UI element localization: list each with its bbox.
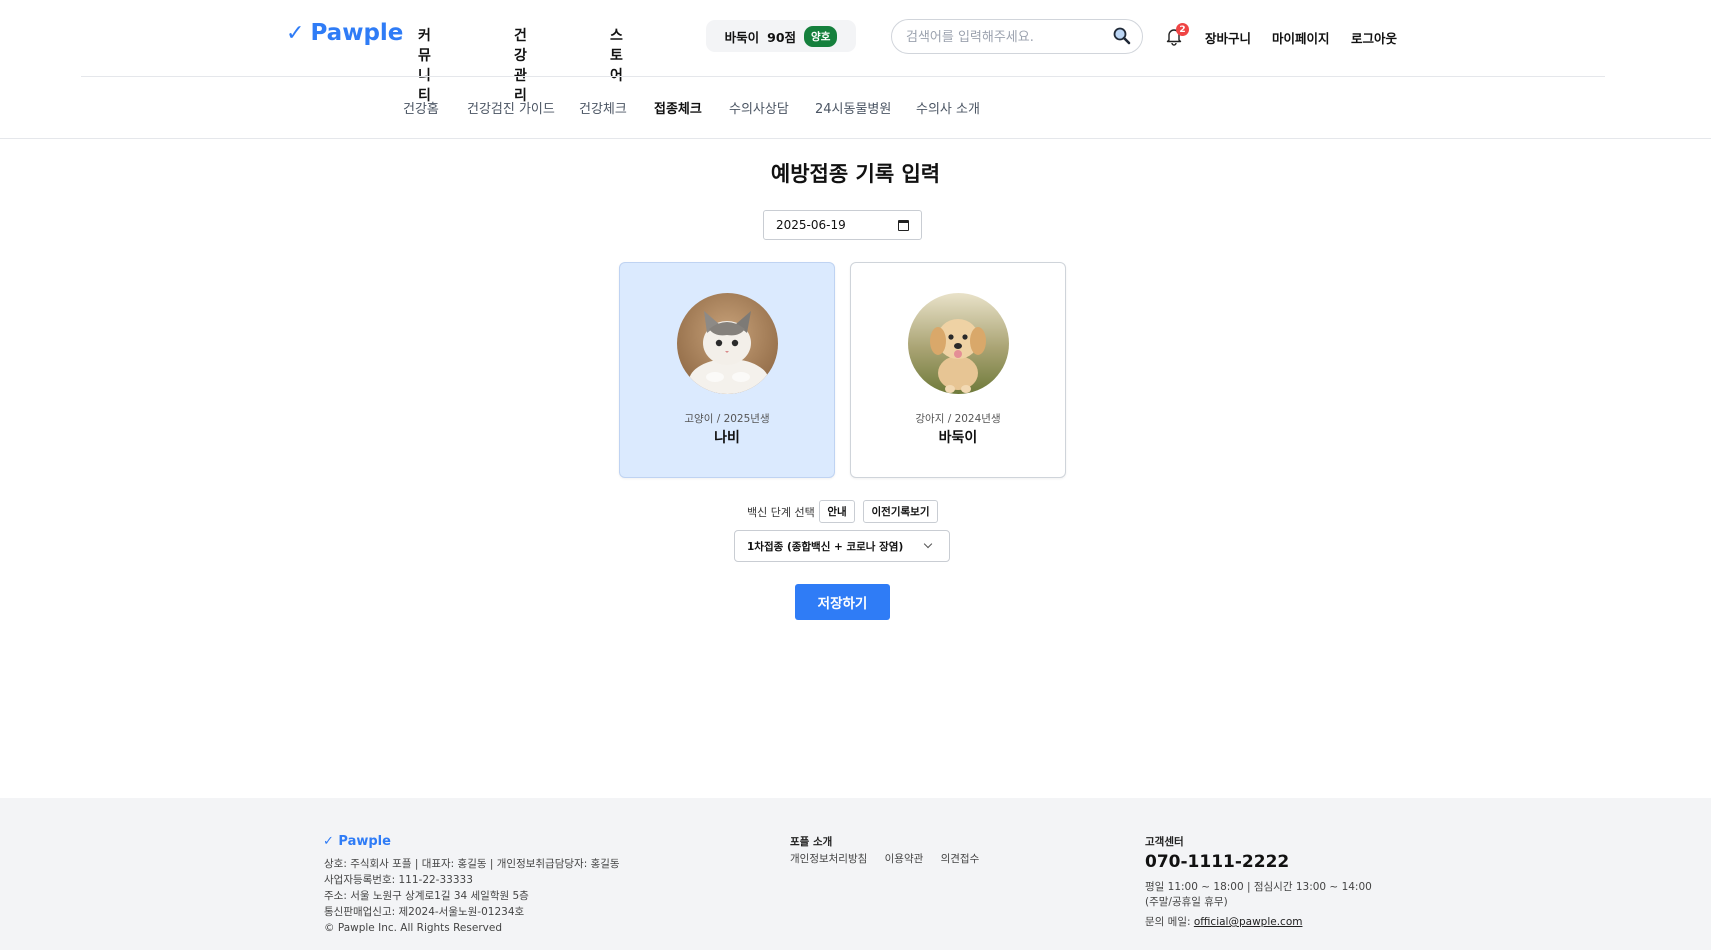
pet-score-name: 바둑이 (724, 29, 760, 45)
subnav-health-check[interactable]: 건강체크 (579, 98, 627, 117)
top-header: ✓ Pawple 커뮤니티 건강관리 스토어 바둑이 90점 양호 2 장바구니… (0, 0, 1711, 104)
pet-score-chip[interactable]: 바둑이 90점 양호 (706, 20, 856, 52)
page-title: 예방접종 기록 입력 (770, 162, 941, 186)
footer-logo[interactable]: ✓ Pawple (323, 834, 391, 849)
date-value: 2025-06-19 (776, 218, 846, 232)
hours-line: 평일 11:00 ~ 18:00 | 점심시간 13:00 ~ 14:00 (1145, 881, 1372, 893)
subnav-health-home[interactable]: 건강홈 (403, 98, 439, 117)
vaccine-stage-label: 백신 단계 선택 (747, 506, 815, 519)
customer-center-phone: 070-1111-2222 (1145, 852, 1290, 872)
feedback-link[interactable]: 의견접수 (941, 853, 980, 865)
notification-count-badge: 2 (1176, 23, 1189, 36)
vaccine-stage-value: 1차접종 (종합백신 + 코로나 장염) (747, 540, 904, 553)
subnav-24h-hospital[interactable]: 24시동물병원 (815, 98, 891, 117)
vaccine-stage-select[interactable]: 1차접종 (종합백신 + 코로나 장염) (734, 530, 950, 562)
mypage-link[interactable]: 마이페이지 (1272, 28, 1330, 47)
contact-mail: 문의 메일: official@pawple.com (1145, 914, 1302, 929)
subnav-vet-consult[interactable]: 수의사상담 (729, 98, 789, 117)
notification-bell-icon[interactable]: 2 (1164, 23, 1189, 46)
pet-card-baduki[interactable]: 강아지 / 2024년생 바둑이 (850, 262, 1066, 478)
footer-links: 개인정보처리방침 이용약관 의견접수 (790, 851, 993, 866)
customer-center-hours: 평일 11:00 ~ 18:00 | 점심시간 13:00 ~ 14:00 (주… (1145, 880, 1372, 910)
logo-text: Pawple (310, 20, 404, 46)
footer-company-line: 주소: 서울 노원구 상계로1길 34 세일학원 5층 (324, 890, 529, 902)
history-button[interactable]: 이전기록보기 (863, 500, 938, 523)
calendar-icon[interactable] (898, 220, 909, 231)
pet-name: 나비 (714, 430, 740, 446)
date-input[interactable]: 2025-06-19 (763, 210, 922, 240)
puppy-photo-icon (908, 293, 1009, 394)
subnav-checkup-guide[interactable]: 건강검진 가이드 (467, 98, 555, 117)
footer-copyright: © Pawple Inc. All Rights Reserved (324, 922, 502, 934)
customer-center-title: 고객센터 (1145, 836, 1184, 848)
footer: ✓ Pawple 상호: 주식회사 포플 | 대표자: 홍길동 | 개인정보취급… (0, 798, 1711, 950)
save-button[interactable]: 저장하기 (795, 584, 890, 620)
logo[interactable]: ✓ Pawple (286, 20, 403, 46)
privacy-policy-link[interactable]: 개인정보처리방침 (790, 853, 867, 865)
pet-meta: 고양이 / 2025년생 (684, 413, 770, 425)
logo-check-icon: ✓ (286, 20, 305, 46)
footer-company-line: 사업자등록번호: 111-22-33333 (324, 874, 473, 886)
pet-score-value: 90점 (767, 29, 797, 45)
footer-company-line: 상호: 주식회사 포플 | 대표자: 홍길동 | 개인정보취급담당자: 홍길동 (324, 858, 620, 870)
pet-card-nabi[interactable]: 고양이 / 2025년생 나비 (619, 262, 835, 478)
footer-company-line: 통신판매업신고: 제2024-서울노원-01234호 (324, 906, 525, 918)
search-icon[interactable] (1112, 26, 1132, 46)
status-badge: 양호 (804, 25, 838, 47)
search-bar (891, 19, 1143, 54)
search-input[interactable] (906, 27, 1106, 47)
subnav-vet-intro[interactable]: 수의사 소개 (916, 98, 980, 117)
sub-nav: 건강홈 건강검진 가이드 건강체크 접종체크 수의사상담 24시동물병원 수의사… (0, 77, 1711, 139)
info-button[interactable]: 안내 (819, 500, 855, 523)
chevron-down-icon (923, 539, 933, 549)
cat-photo-icon (677, 293, 778, 394)
footer-company-info: 상호: 주식회사 포플 | 대표자: 홍길동 | 개인정보취급담당자: 홍길동 … (324, 856, 620, 936)
mail-link[interactable]: official@pawple.com (1194, 916, 1303, 928)
subnav-vaccination-check[interactable]: 접종체크 (654, 98, 702, 117)
pet-meta: 강아지 / 2024년생 (915, 413, 1001, 425)
cart-link[interactable]: 장바구니 (1205, 28, 1251, 47)
hours-line: (주말/공휴일 휴무) (1145, 896, 1228, 908)
mail-label: 문의 메일: (1145, 916, 1191, 928)
terms-link[interactable]: 이용약관 (885, 853, 924, 865)
logout-link[interactable]: 로그아웃 (1351, 28, 1397, 47)
footer-about-title: 포플 소개 (790, 836, 833, 848)
pet-name: 바둑이 (938, 430, 978, 446)
